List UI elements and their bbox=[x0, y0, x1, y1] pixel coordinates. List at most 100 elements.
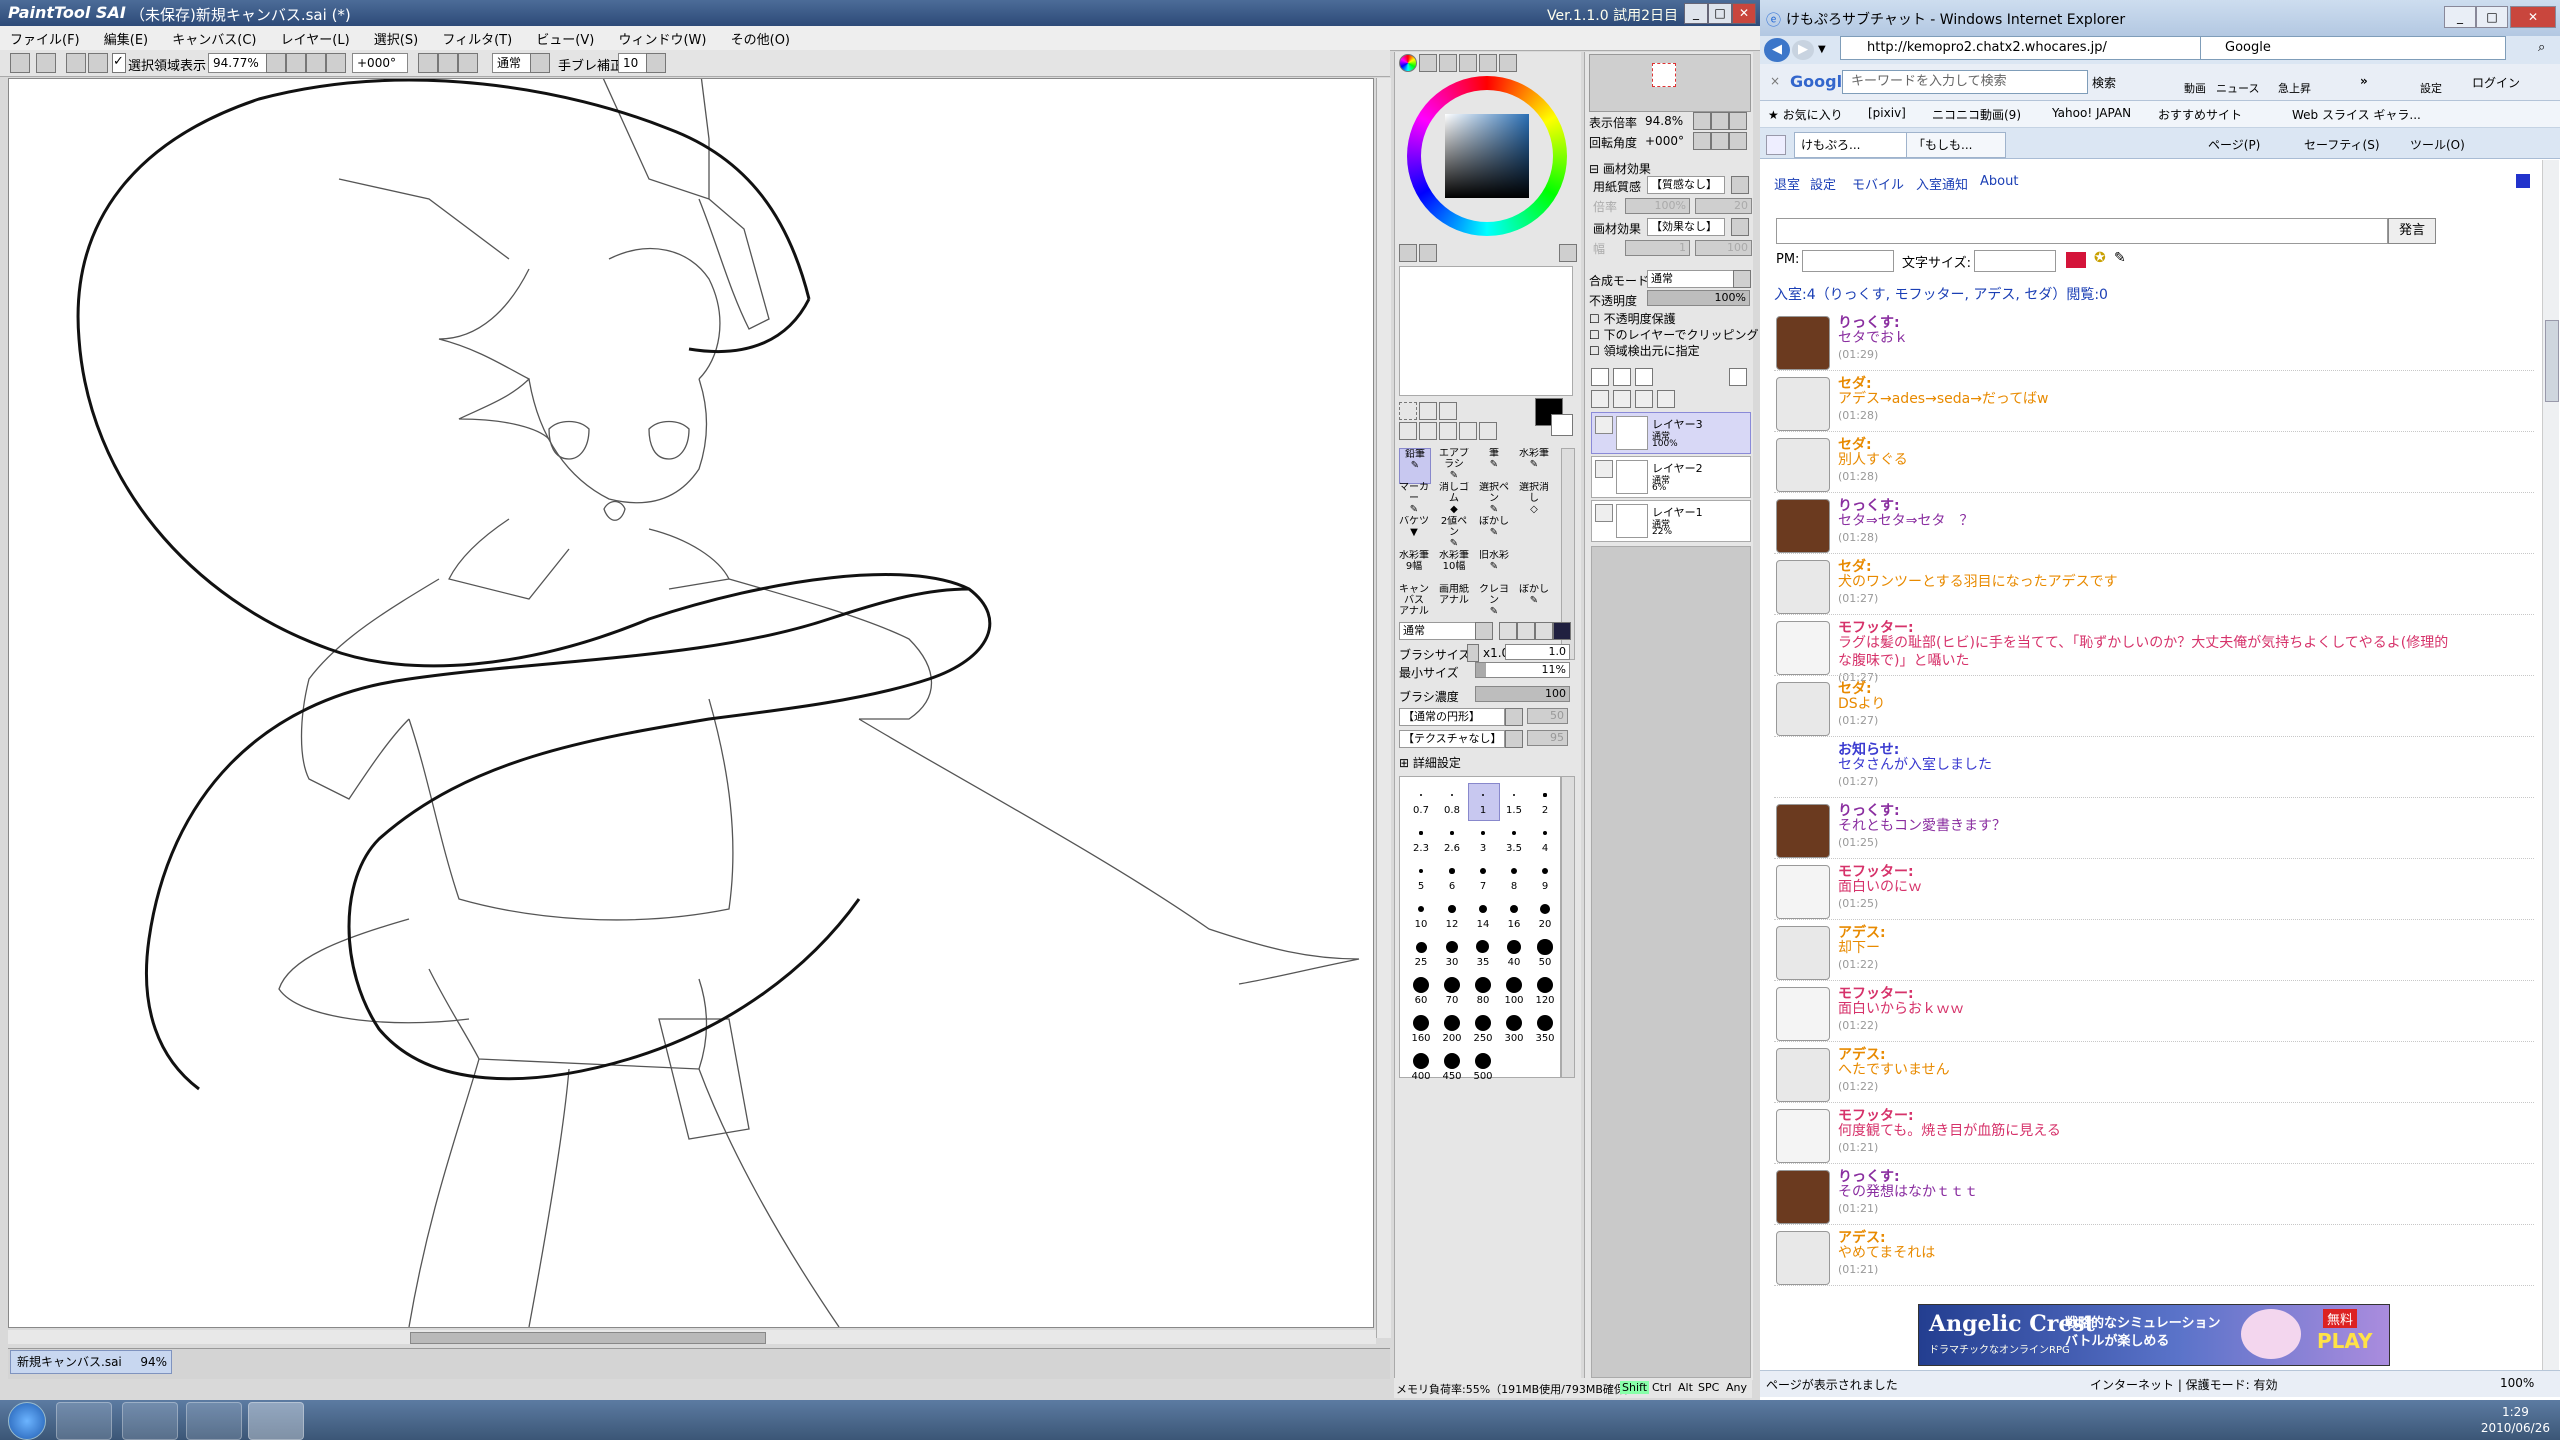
google-toolbar-close-icon[interactable]: × bbox=[1770, 74, 1780, 88]
ie-maximize-button[interactable]: □ bbox=[2476, 6, 2508, 28]
scratchpad-area[interactable] bbox=[1399, 266, 1573, 396]
system-clock[interactable]: 1:29 2010/06/26 bbox=[2481, 1404, 2550, 1436]
link-mobile[interactable]: モバイル bbox=[1852, 174, 1904, 193]
lasso-icon[interactable] bbox=[1419, 402, 1437, 420]
favorite-star-icon[interactable]: ✪ bbox=[2094, 250, 2106, 266]
rgb-slider-tab-icon[interactable] bbox=[1419, 54, 1437, 72]
sai-taskbar-icon[interactable] bbox=[248, 1402, 304, 1440]
brush-size-dot[interactable] bbox=[1445, 940, 1459, 954]
link-about[interactable]: About bbox=[1980, 174, 2018, 189]
scratchpad-tab-icon[interactable] bbox=[1479, 54, 1497, 72]
brush-texture-select[interactable]: 【テクスチャなし】 bbox=[1399, 730, 1505, 748]
brush-size-dot[interactable] bbox=[1541, 867, 1549, 875]
command-safety[interactable]: セーフティ(S) bbox=[2304, 136, 2380, 153]
brush-size-dot[interactable] bbox=[1475, 1053, 1491, 1069]
canvas-horizontal-scroll-thumb[interactable] bbox=[410, 1332, 766, 1344]
navigator-rotate-right-icon[interactable] bbox=[1711, 132, 1729, 150]
google-rising-button[interactable]: 急上昇 bbox=[2278, 80, 2311, 96]
brush-mode-dropdown-icon[interactable] bbox=[1475, 622, 1493, 640]
brush-size-dot[interactable] bbox=[1510, 867, 1518, 875]
rotate-reset-icon[interactable] bbox=[458, 53, 478, 73]
tool-blur[interactable]: ぼかし ✎ bbox=[1479, 516, 1509, 550]
send-button[interactable]: 発言 bbox=[2388, 218, 2436, 244]
clipping-checkbox[interactable]: ☐ 下のレイヤーでクリッピング bbox=[1589, 326, 1759, 343]
tool-brush[interactable]: 筆 ✎ bbox=[1479, 448, 1509, 482]
brush-size-dot[interactable] bbox=[1507, 940, 1521, 954]
ie-taskbar-icon[interactable] bbox=[56, 1402, 112, 1440]
background-color-swatch[interactable] bbox=[1551, 414, 1573, 436]
navigator-viewport[interactable] bbox=[1652, 63, 1676, 87]
google-video-button[interactable]: 動画 bbox=[2184, 80, 2206, 96]
tool-canvas[interactable]: キャンバス アナル bbox=[1399, 584, 1429, 618]
ie-close-button[interactable]: ✕ bbox=[2510, 6, 2556, 28]
google-search-input[interactable]: キーワードを入力して検索 bbox=[1842, 70, 2088, 94]
brush-texture-strength[interactable]: 95 bbox=[1527, 730, 1568, 746]
brush-size-lock-icon[interactable] bbox=[1467, 644, 1479, 662]
paper-strength-slider[interactable]: 20 bbox=[1695, 198, 1752, 214]
back-icon[interactable]: ◀ bbox=[1764, 38, 1790, 62]
color-wheel-tab-icon[interactable] bbox=[1399, 54, 1417, 72]
brush-size-dot[interactable] bbox=[1537, 939, 1553, 955]
brush-size-dot[interactable] bbox=[1413, 977, 1429, 993]
tool-binary-pen[interactable]: 2値ペン ✎ bbox=[1439, 516, 1469, 550]
brush-shape-strength[interactable]: 50 bbox=[1527, 708, 1568, 724]
tool-eraser[interactable]: 消しゴム ◆ bbox=[1439, 482, 1469, 516]
redo-icon[interactable] bbox=[36, 53, 56, 73]
brush-size-dot[interactable] bbox=[1415, 941, 1427, 953]
brush-size-dot[interactable] bbox=[1451, 794, 1453, 796]
menu-file[interactable]: ファイル(F) bbox=[0, 26, 90, 51]
menu-edit[interactable]: 編集(E) bbox=[94, 26, 158, 51]
tool-select-eraser[interactable]: 選択消し ◇ bbox=[1519, 482, 1549, 516]
fav-suggested[interactable]: おすすめサイト bbox=[2158, 106, 2242, 123]
link-settings[interactable]: 設定 bbox=[1810, 174, 1836, 193]
sai-close-button[interactable]: ✕ bbox=[1732, 3, 1756, 24]
command-tools[interactable]: ツール(O) bbox=[2410, 136, 2465, 153]
paper-width-slider[interactable]: 1 bbox=[1625, 240, 1690, 256]
layer-item-3[interactable]: レイヤー3 通常 100% bbox=[1591, 412, 1751, 454]
stabilizer-dropdown-icon[interactable] bbox=[646, 53, 666, 73]
tool-blur-2[interactable]: ぼかし ✎ bbox=[1519, 584, 1549, 618]
color-wheel[interactable] bbox=[1407, 76, 1567, 236]
move-icon[interactable] bbox=[1399, 422, 1417, 440]
menu-layer[interactable]: レイヤー(L) bbox=[271, 26, 360, 51]
tool-bucket[interactable]: バケツ ▼ bbox=[1399, 516, 1429, 550]
brush-size-dot[interactable] bbox=[1448, 905, 1456, 913]
brush-size-dot[interactable] bbox=[1449, 868, 1455, 874]
brush-size-dot[interactable] bbox=[1475, 1015, 1491, 1031]
google-more-icon[interactable]: » bbox=[2360, 74, 2368, 88]
transfer-down-icon[interactable] bbox=[1591, 390, 1609, 408]
brush-size-dot[interactable] bbox=[1509, 904, 1519, 914]
navigator-rotate-left-icon[interactable] bbox=[1693, 132, 1711, 150]
paper-texture-select[interactable]: 【質感なし】 bbox=[1647, 176, 1725, 194]
drawing-canvas[interactable] bbox=[8, 78, 1374, 1328]
ie-scroll-thumb[interactable] bbox=[2545, 320, 2559, 402]
brush-texture-dropdown-icon[interactable] bbox=[1505, 730, 1523, 748]
rotate-tool-icon[interactable] bbox=[1439, 422, 1457, 440]
tool-select-pen[interactable]: 選択ペン ✎ bbox=[1479, 482, 1509, 516]
hand-tool-icon[interactable] bbox=[1459, 422, 1477, 440]
blend-mode-select[interactable]: 通常 bbox=[492, 53, 532, 73]
explorer-taskbar-icon[interactable] bbox=[122, 1402, 178, 1440]
eyedropper-icon[interactable] bbox=[1479, 422, 1497, 440]
brush-size-dot[interactable] bbox=[1419, 831, 1423, 835]
tool-watercolor[interactable]: 水彩筆 ✎ bbox=[1519, 448, 1549, 482]
fav-web-slice[interactable]: Web スライス ギャラ... bbox=[2292, 106, 2421, 123]
paper-scale-slider[interactable]: 100% bbox=[1625, 198, 1690, 214]
brush-detail-toggle[interactable]: ⊞ 詳細設定 bbox=[1399, 754, 1461, 771]
brush-size-dot[interactable] bbox=[1540, 904, 1550, 914]
fav-nicovideo[interactable]: ニコニコ動画(9) bbox=[1932, 106, 2021, 123]
tool-drawing-paper[interactable]: 画用紙 アナル bbox=[1439, 584, 1469, 618]
paper-effect-strength-slider[interactable]: 100 bbox=[1695, 240, 1752, 256]
swatch-tab-icon[interactable] bbox=[1459, 54, 1477, 72]
brush-size-dot[interactable] bbox=[1512, 793, 1516, 797]
hsv-slider-tab-icon[interactable] bbox=[1439, 54, 1457, 72]
brush-size-dot[interactable] bbox=[1417, 905, 1425, 913]
rotation-field[interactable]: +000° bbox=[352, 53, 408, 73]
zoom-tool-icon[interactable] bbox=[1419, 422, 1437, 440]
link-enter-notify[interactable]: 入室通知 bbox=[1916, 174, 1968, 193]
address-input[interactable]: http://kemopro2.chatx2.whocares.jp/ bbox=[1840, 36, 2216, 60]
rect-select-icon[interactable] bbox=[1399, 402, 1417, 420]
brush-mode-select[interactable]: 通常 bbox=[1399, 622, 1477, 640]
layer-2-visibility-icon[interactable] bbox=[1595, 460, 1613, 478]
brush-size-dot[interactable] bbox=[1444, 1053, 1460, 1069]
